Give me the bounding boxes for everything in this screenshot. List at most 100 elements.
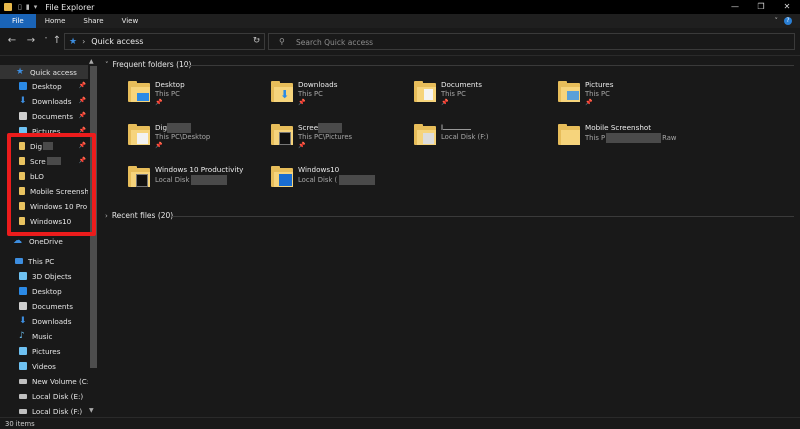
red-highlight-box bbox=[7, 133, 96, 236]
sidebar-item-label: This PC bbox=[28, 256, 55, 266]
up-button[interactable]: ↑ bbox=[50, 34, 64, 48]
sidebar-item-label: Desktop bbox=[32, 286, 62, 296]
quick-access-toolbar: ▯ ▮ ▾ bbox=[18, 3, 37, 11]
star-icon: ★ bbox=[69, 36, 78, 47]
sidebar-item-downloads[interactable]: ⬇ Downloads 📌 bbox=[0, 94, 88, 108]
folder-tile-documents[interactable]: Documents This PC 📌 bbox=[413, 80, 553, 120]
navigation-pane: ★ Quick access Desktop 📌 ⬇ Downloads 📌 D… bbox=[0, 57, 98, 417]
search-box[interactable]: ⚲ bbox=[268, 33, 795, 50]
sidebar-item-desktop[interactable]: Desktop 📌 bbox=[0, 79, 88, 93]
document-icon bbox=[19, 302, 27, 310]
properties-icon[interactable]: ▯ bbox=[18, 3, 22, 11]
tab-file[interactable]: File bbox=[0, 14, 36, 28]
desktop-icon bbox=[19, 82, 27, 90]
refresh-button[interactable]: ↻ bbox=[248, 33, 265, 50]
sidebar-item-label: Pictures bbox=[32, 346, 61, 356]
minimize-button[interactable]: — bbox=[722, 0, 748, 14]
folder-icon bbox=[413, 123, 437, 147]
search-icon: ⚲ bbox=[279, 37, 285, 46]
sidebar-item-label: Downloads bbox=[32, 316, 72, 326]
sidebar-item-onedrive[interactable]: ☁ OneDrive bbox=[0, 234, 88, 248]
address-bar[interactable]: ★ › Quick access ˅ bbox=[64, 33, 265, 50]
chevron-right-icon[interactable]: › bbox=[82, 37, 85, 46]
scroll-down-arrow-icon[interactable]: ▼ bbox=[89, 407, 94, 414]
sidebar-item-documents[interactable]: Documents 📌 bbox=[0, 109, 88, 123]
maximize-button[interactable]: ❐ bbox=[748, 0, 774, 14]
sidebar-item-3d-objects[interactable]: 3D Objects bbox=[0, 269, 88, 283]
chevron-down-icon[interactable]: ▾ bbox=[34, 3, 38, 11]
pictures-icon bbox=[19, 347, 27, 355]
sidebar-item-music[interactable]: ♪ Music bbox=[0, 329, 88, 343]
close-button[interactable]: ✕ bbox=[774, 0, 800, 14]
document-icon bbox=[19, 112, 27, 120]
sidebar-item-new-volume-c[interactable]: New Volume (C:) bbox=[0, 374, 92, 388]
desktop-folder-icon bbox=[127, 80, 151, 104]
star-icon: ★ bbox=[16, 66, 25, 77]
folder-icon bbox=[270, 123, 294, 147]
sidebar-item-label: Local Disk (E:) bbox=[32, 391, 84, 401]
tab-share[interactable]: Share bbox=[74, 14, 112, 28]
tab-home[interactable]: Home bbox=[36, 14, 75, 28]
sidebar-item-label: Videos bbox=[32, 361, 56, 371]
back-button[interactable]: ← bbox=[5, 34, 19, 48]
pin-icon: 📌 bbox=[78, 82, 86, 89]
folder-tile-dig[interactable]: Dig This PC\Desktop 📌 bbox=[127, 123, 267, 163]
expand-ribbon-icon[interactable]: ˅ bbox=[775, 17, 779, 25]
folder-tile-mobile-screenshot[interactable]: Mobile Screenshot This P Raw bbox=[557, 123, 697, 163]
folder-tile-windows10[interactable]: Windows10 Local Disk ( bbox=[270, 165, 410, 205]
new-folder-icon[interactable]: ▮ bbox=[26, 3, 30, 11]
folder-icon bbox=[127, 165, 151, 189]
computer-icon bbox=[15, 258, 23, 264]
folder-tile-l[interactable]: l Local Disk (F:) bbox=[413, 123, 553, 163]
folder-tile-scree[interactable]: Scree This PC\Pictures 📌 bbox=[270, 123, 410, 163]
tab-view[interactable]: View bbox=[113, 14, 148, 28]
sidebar-item-local-disk-e[interactable]: Local Disk (E:) bbox=[0, 389, 88, 403]
pin-icon: 📌 bbox=[155, 99, 163, 106]
drive-icon bbox=[19, 393, 27, 399]
item-count: 30 items bbox=[5, 420, 35, 428]
sidebar-item-this-pc[interactable]: This PC bbox=[0, 254, 88, 268]
video-icon bbox=[19, 362, 27, 370]
folder-icon bbox=[270, 165, 294, 189]
sidebar-item-label: Documents bbox=[32, 111, 73, 121]
sidebar-item-desktop-pc[interactable]: Desktop bbox=[0, 284, 88, 298]
help-icon[interactable]: ? bbox=[784, 17, 792, 25]
sidebar-item-local-disk-f[interactable]: Local Disk (F:) bbox=[0, 404, 88, 417]
folder-tile-windows-10-productivity[interactable]: Windows 10 Productivity Local Disk bbox=[127, 165, 267, 205]
pin-icon: 📌 bbox=[585, 99, 593, 106]
status-bar: 30 items bbox=[0, 417, 800, 429]
section-divider bbox=[172, 216, 794, 217]
sidebar-item-label: OneDrive bbox=[29, 236, 63, 246]
navigation-bar: ← → ˅ ↑ ★ › Quick access ˅ ↻ ⚲ bbox=[0, 28, 800, 56]
cloud-icon: ☁ bbox=[13, 236, 22, 246]
chevron-right-icon: › bbox=[105, 211, 108, 220]
sidebar-item-documents-pc[interactable]: Documents bbox=[0, 299, 88, 313]
sidebar-item-pictures-pc[interactable]: Pictures bbox=[0, 344, 88, 358]
folder-tile-pictures[interactable]: Pictures This PC 📌 bbox=[557, 80, 697, 120]
scroll-up-arrow-icon[interactable]: ▲ bbox=[89, 58, 94, 65]
download-arrow-icon: ⬇ bbox=[19, 96, 27, 106]
search-input[interactable] bbox=[296, 36, 776, 48]
title-bar: ▯ ▮ ▾ File Explorer — ❐ ✕ bbox=[0, 0, 800, 14]
sidebar-item-label: Music bbox=[32, 331, 53, 341]
chevron-down-icon: ˅ bbox=[105, 60, 109, 69]
forward-button[interactable]: → bbox=[24, 34, 38, 48]
sidebar-item-quick-access[interactable]: ★ Quick access bbox=[0, 65, 88, 79]
folder-tile-desktop[interactable]: Desktop This PC 📌 bbox=[127, 80, 267, 120]
sidebar-item-label: Desktop bbox=[32, 81, 62, 91]
drive-icon bbox=[19, 408, 27, 414]
frequent-folders-header[interactable]: ˅ Frequent folders (10) bbox=[105, 60, 191, 69]
recent-files-header[interactable]: › Recent files (20) bbox=[105, 211, 173, 220]
sidebar-item-label: New Volume (C:) bbox=[32, 376, 93, 386]
sidebar-item-videos[interactable]: Videos bbox=[0, 359, 88, 373]
cube-icon bbox=[19, 272, 27, 280]
folder-tile-downloads[interactable]: ⬇ Downloads This PC 📌 bbox=[270, 80, 410, 120]
sidebar-item-label: Documents bbox=[32, 301, 73, 311]
pin-icon: 📌 bbox=[155, 142, 163, 149]
drive-icon bbox=[19, 378, 27, 384]
sidebar-item-downloads-pc[interactable]: ⬇ Downloads bbox=[0, 314, 88, 328]
pin-icon: 📌 bbox=[441, 99, 449, 106]
music-note-icon: ♪ bbox=[19, 331, 25, 341]
address-location: Quick access bbox=[91, 37, 144, 46]
documents-folder-icon bbox=[413, 80, 437, 104]
